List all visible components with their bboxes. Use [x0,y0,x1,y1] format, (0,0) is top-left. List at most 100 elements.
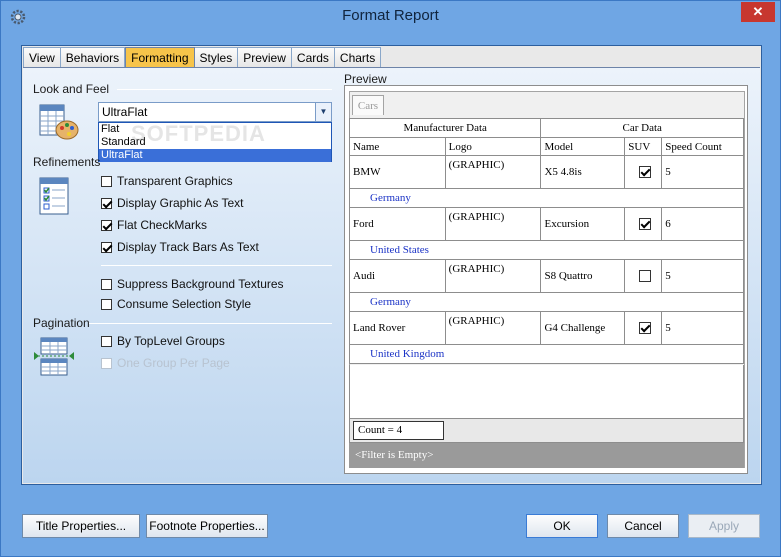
column-header-model[interactable]: Model [540,137,626,156]
cell-name: Land Rover [349,311,446,345]
country-row: Germany [349,188,744,208]
country-row: United Kingdom [349,344,744,364]
suv-checkbox[interactable] [639,218,652,231]
look-and-feel-combo[interactable]: UltraFlat ▼ [98,102,332,122]
column-header-speed-count[interactable]: Speed Count [661,137,744,156]
column-header-name[interactable]: Name [349,137,446,156]
table-row[interactable]: Land Rover (GRAPHIC) G4 Challenge 5 [349,311,744,345]
refinements-label: Refinements [33,155,101,169]
close-button[interactable]: ✕ [741,2,775,22]
cell-speed-count: 5 [661,311,744,345]
flat-checkmarks-checkbox[interactable]: Flat CheckMarks [101,217,207,233]
refinements-icon [39,177,69,215]
preview-grid: Manufacturer Data Car Data Name Logo Mod… [348,118,744,364]
checkbox-label: Transparent Graphics [117,174,233,188]
cell-country: United Kingdom [349,344,744,364]
table-row[interactable]: Audi (GRAPHIC) S8 Quattro 5 [349,259,744,293]
cell-speed-count: 5 [661,155,744,189]
table-row[interactable]: Ford (GRAPHIC) Excursion 6 [349,207,744,241]
cell-model: G4 Challenge [540,311,626,345]
cell-speed-count: 6 [661,207,744,241]
checkbox-box[interactable] [101,241,112,253]
country-row: United States [349,240,744,260]
cell-country: Germany [349,188,744,208]
cell-model: S8 Quattro [540,259,626,293]
cell-logo: (GRAPHIC) [444,155,542,189]
cell-suv [624,259,663,293]
refinements-divider [101,265,332,266]
checkbox-box[interactable] [101,335,112,347]
apply-button: Apply [688,514,760,538]
window-title: Format Report [342,7,439,24]
suv-checkbox[interactable] [639,270,652,283]
cell-name: Ford [349,207,446,241]
checkbox-box[interactable] [101,298,112,310]
checkbox-label: One Group Per Page [117,356,230,370]
preview-tab-cars[interactable]: Cars [352,95,384,115]
cell-suv [624,155,663,189]
group-header-car-data: Car Data [540,118,744,138]
consume-selection-style-checkbox[interactable]: Consume Selection Style [101,296,251,312]
ok-button[interactable]: OK [526,514,598,538]
cell-model: Excursion [540,207,626,241]
look-and-feel-icon [39,104,79,140]
filter-bar[interactable]: <Filter is Empty> [349,443,744,468]
display-graphic-as-text-checkbox[interactable]: Display Graphic As Text [101,195,244,211]
checkbox-label: Consume Selection Style [117,297,252,311]
checkbox-label: Display Track Bars As Text [117,240,259,254]
cell-speed-count: 5 [661,259,744,293]
tab-styles[interactable]: Styles [194,47,239,67]
checkbox-box[interactable] [101,175,112,187]
transparent-graphics-checkbox[interactable]: Transparent Graphics [101,173,233,189]
column-header-suv[interactable]: SUV [624,137,663,156]
tab-formatting[interactable]: Formatting [125,47,195,68]
checkbox-label: Suppress Background Textures [117,277,284,291]
tab-view[interactable]: View [23,47,61,67]
cell-name: BMW [349,155,446,189]
cell-logo: (GRAPHIC) [444,259,542,293]
cell-logo: (GRAPHIC) [444,207,542,241]
format-report-window: Format Report ✕ View Behaviors Formattin… [0,0,781,557]
title-bar[interactable]: Format Report ✕ [1,1,780,33]
cell-model: X5 4.8is [540,155,626,189]
checkbox-box[interactable] [101,278,112,290]
cell-country: United States [349,240,744,260]
cancel-button[interactable]: Cancel [607,514,679,538]
cell-country: Germany [349,292,744,312]
count-summary: Count = 4 [353,421,444,440]
softpedia-watermark: SOFTPEDIA [131,121,266,146]
chevron-down-icon[interactable]: ▼ [315,103,331,121]
suv-checkbox[interactable] [639,322,652,335]
cell-suv [624,207,663,241]
suv-checkbox[interactable] [639,166,652,179]
group-header-row: Manufacturer Data Car Data [348,118,744,138]
grid-empty-area [349,365,744,418]
pagination-icon [34,337,74,376]
checkbox-box [101,357,112,369]
title-properties-button[interactable]: Title Properties... [22,514,140,538]
table-row[interactable]: BMW (GRAPHIC) X5 4.8is 5 [349,155,744,189]
footnote-properties-button[interactable]: Footnote Properties... [146,514,268,538]
checkbox-box[interactable] [101,219,112,231]
tab-behaviors[interactable]: Behaviors [60,47,126,67]
pagination-divider [89,323,332,324]
checkbox-box[interactable] [101,197,112,209]
cell-logo: (GRAPHIC) [444,311,542,345]
look-and-feel-label: Look and Feel [33,82,110,96]
country-row: Germany [349,292,744,312]
preview-label: Preview [344,72,387,86]
tab-strip: View Behaviors Formatting Styles Preview… [23,47,382,68]
tab-cards[interactable]: Cards [291,47,335,67]
by-toplevel-groups-checkbox[interactable]: By TopLevel Groups [101,333,225,349]
checkbox-label: Display Graphic As Text [117,196,244,210]
column-header-logo[interactable]: Logo [444,137,542,156]
cell-suv [624,311,663,345]
tab-preview[interactable]: Preview [238,47,292,67]
suppress-background-textures-checkbox[interactable]: Suppress Background Textures [101,276,284,292]
combo-value: UltraFlat [102,105,148,119]
checkbox-label: Flat CheckMarks [117,218,208,232]
display-track-bars-as-text-checkbox[interactable]: Display Track Bars As Text [101,239,259,255]
pagination-label: Pagination [33,316,90,330]
tab-charts[interactable]: Charts [334,47,382,67]
option-ultraflat[interactable]: UltraFlat [99,149,331,162]
